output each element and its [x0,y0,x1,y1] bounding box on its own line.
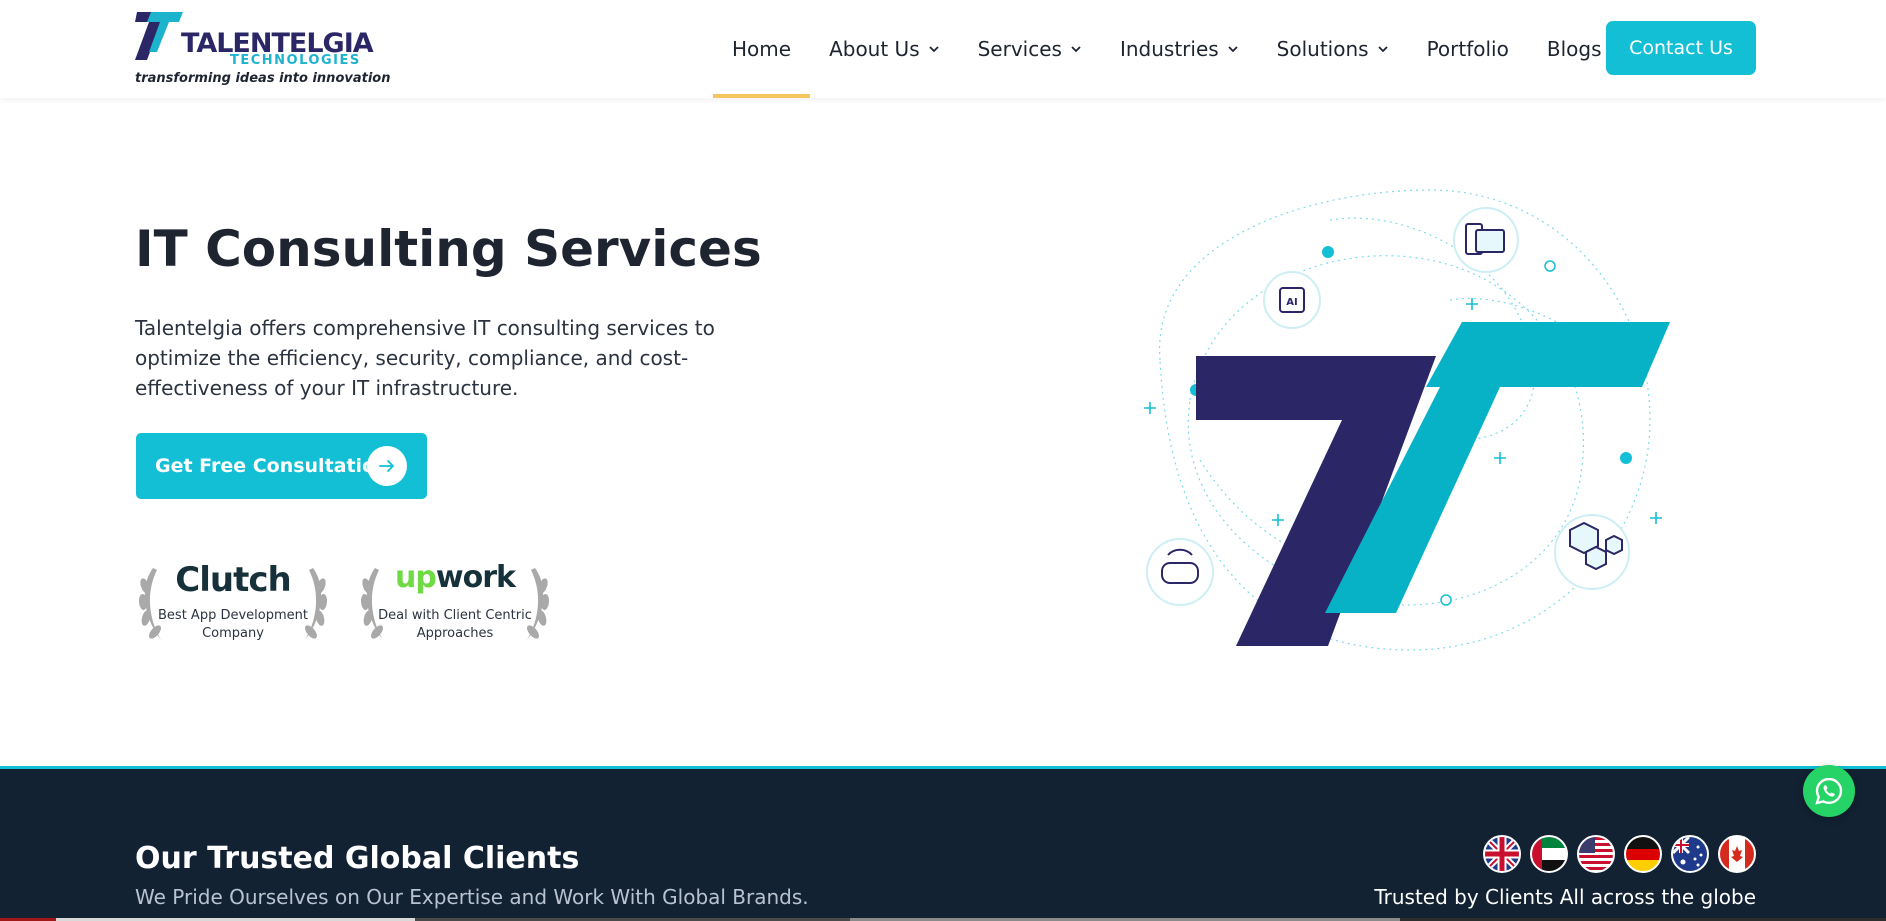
hero-description: Talentelgia offers comprehensive IT cons… [135,316,715,400]
nav-industries-label: Industries [1119,37,1219,61]
country-flags [1483,835,1756,873]
get-free-consultation-button[interactable]: Get Free Consultation [136,433,427,499]
clients-tagline: Trusted by Clients All across the globe [1374,885,1756,909]
chevron-down-icon [928,46,939,53]
devices-icon [1453,207,1519,273]
arrow-right-icon [367,446,407,486]
page-title: IT Consulting Services [135,220,762,278]
clutch-caption: Best App Development Company [158,608,308,641]
nav-industries[interactable]: Industries [1101,0,1258,98]
main-nav: Home About Us Services Industries Soluti… [713,0,1621,98]
nav-services-label: Services [977,37,1062,61]
nav-portfolio[interactable]: Portfolio [1408,0,1528,98]
upwork-logo: upwork [357,560,553,595]
cubes-icon [1554,514,1630,590]
clutch-badge: Clutch Best App Development Company [135,556,331,646]
whatsapp-icon [1815,777,1843,805]
chevron-down-icon [1228,46,1238,53]
vr-headset-icon [1146,538,1214,606]
logo-tagline: transforming ideas into innovation [135,71,391,86]
upwork-logo-rest: work [435,560,516,595]
uae-flag-icon [1530,835,1568,873]
logo-mark-icon [135,12,183,60]
nav-home[interactable]: Home [713,0,811,98]
canada-flag-icon [1718,835,1756,873]
clients-title: Our Trusted Global Clients [135,841,580,876]
chevron-down-icon [1071,46,1081,53]
site-header: TALENTELGIA TECHNOLOGIES transforming id… [0,0,1886,98]
australia-flag-icon [1671,835,1709,873]
clients-subtitle: We Pride Ourselves on Our Expertise and … [135,885,809,909]
whatsapp-button[interactable] [1803,765,1855,817]
nav-about-us-label: About Us [829,37,920,61]
upwork-caption: Deal with Client Centric Approaches [378,608,532,641]
nav-services[interactable]: Services [959,0,1101,98]
nav-solutions-label: Solutions [1276,37,1369,61]
nav-portfolio-label: Portfolio [1426,37,1509,61]
svg-text:AI: AI [1286,297,1297,308]
germany-flag-icon [1624,835,1662,873]
clutch-logo: Clutch [175,560,291,600]
chevron-down-icon [1377,46,1388,53]
nav-blogs-label: Blogs [1546,37,1602,61]
hero-illustration: AI [1144,189,1670,651]
ai-chip-icon: AI [1263,271,1321,329]
usa-flag-icon [1577,835,1615,873]
nav-home-label: Home [732,37,792,61]
nav-solutions[interactable]: Solutions [1258,0,1408,98]
contact-us-button[interactable]: Contact Us [1606,21,1756,75]
cta-label: Get Free Consultation [155,455,389,477]
clients-section: Our Trusted Global Clients We Pride Ours… [0,766,1886,921]
upwork-logo-up: up [395,560,437,595]
logo-subtitle: TECHNOLOGIES [230,53,361,68]
logo[interactable]: TALENTELGIA TECHNOLOGIES transforming id… [135,6,390,92]
uk-flag-icon [1483,835,1521,873]
nav-about-us[interactable]: About Us [810,0,959,98]
upwork-badge: upwork Deal with Client Centric Approach… [357,556,553,646]
